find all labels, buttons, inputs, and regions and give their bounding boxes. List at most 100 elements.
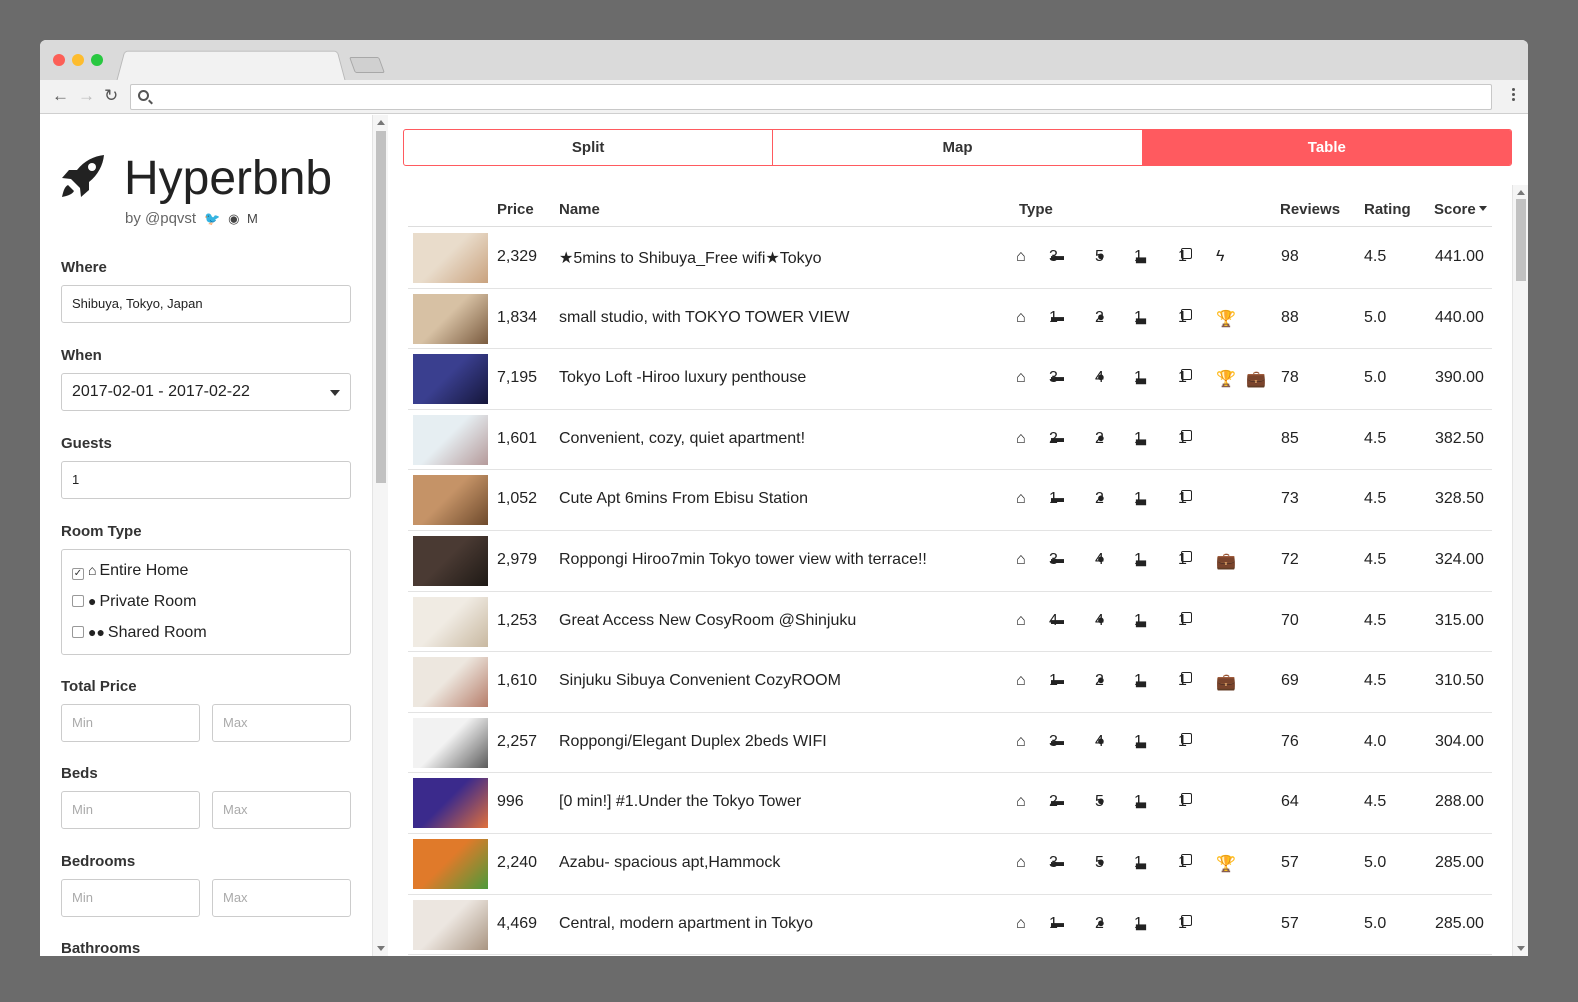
table-row[interactable]: 1,601 Convenient, cozy, quiet apartment! ⌂…	[408, 410, 1492, 471]
name-cell[interactable]: Tokyo Loft -Hiroo luxury penthouse	[559, 369, 806, 387]
sidebar-scroll-thumb[interactable]	[376, 131, 386, 483]
rating-cell: 4.0	[1364, 732, 1387, 750]
bed-icon: ▬	[1051, 611, 1064, 627]
scroll-down-icon[interactable]	[1517, 946, 1525, 951]
square-icon	[1181, 490, 1192, 502]
maximize-window-button[interactable]	[91, 54, 103, 66]
name-cell[interactable]: Roppongi/Elegant Duplex 2beds WIFI	[559, 733, 827, 751]
name-cell[interactable]: Central, modern apartment in Tokyo	[559, 915, 813, 933]
browser-tab[interactable]	[116, 50, 346, 82]
close-window-button[interactable]	[53, 54, 65, 66]
price-max-input[interactable]: Max	[212, 704, 351, 742]
name-cell[interactable]: ★5mins to Shibuya_Free wifi★Tokyo	[559, 248, 822, 268]
price-min-input[interactable]: Min	[61, 704, 200, 742]
scroll-up-icon[interactable]	[377, 120, 385, 125]
header-price[interactable]: Price	[497, 201, 534, 218]
room-option-shared-room[interactable]: ●● Shared Room	[72, 624, 207, 642]
table-row[interactable]: 2,329 ★5mins to Shibuya_Free wifi★Tokyo ⌂ 3…	[408, 228, 1492, 289]
listings-table: Price Name Type Reviews Rating Score 2,3…	[408, 185, 1492, 956]
guests-input[interactable]: 1	[61, 461, 351, 499]
listing-thumbnail[interactable]	[413, 475, 488, 526]
reload-icon[interactable]: ↻	[104, 86, 118, 106]
name-cell[interactable]: Roppongi Hiroo7min Tokyo tower view with…	[559, 551, 927, 569]
tab-table[interactable]: Table	[1142, 130, 1511, 165]
listing-thumbnail[interactable]	[413, 839, 488, 889]
table-row[interactable]: 7,195 Tokyo Loft -Hiroo luxury penthouse ⌂…	[408, 349, 1492, 410]
listing-thumbnail[interactable]	[413, 899, 488, 950]
entire-home-checkbox[interactable]: ✓	[72, 568, 84, 580]
tab-split[interactable]: Split	[404, 130, 774, 165]
sort-desc-icon	[1478, 206, 1487, 211]
name-cell[interactable]: Cute Apt 6mins From Ebisu Station	[559, 490, 808, 508]
table-row[interactable]: 2,240 Azabu- spacious apt,Hammock ⌂ 3 ▬ 5 ● 1 ▃ 1…	[408, 834, 1492, 895]
bed-icon: ▬	[1051, 490, 1064, 506]
score-cell: 310.50	[1435, 672, 1484, 690]
listing-thumbnail[interactable]	[413, 414, 488, 465]
name-cell[interactable]: Convenient, cozy, quiet apartment!	[559, 430, 805, 448]
results-scroll-thumb[interactable]	[1516, 199, 1526, 281]
private-room-checkbox[interactable]	[72, 595, 84, 607]
name-cell[interactable]: small studio, with TOKYO TOWER VIEW	[559, 309, 849, 327]
table-header: Price Name Type Reviews Rating Score	[408, 199, 1492, 227]
where-input[interactable]: Shibuya, Tokyo, Japan	[61, 285, 351, 323]
home-icon: ⌂	[1016, 914, 1026, 932]
bedrooms-min-input[interactable]: Min	[61, 879, 200, 917]
header-name[interactable]: Name	[559, 201, 600, 218]
score-cell: 288.00	[1435, 793, 1484, 811]
listing-thumbnail[interactable]	[413, 717, 488, 768]
new-tab-button[interactable]	[349, 57, 385, 73]
tab-map[interactable]: Map	[773, 130, 1143, 165]
room-option-private-room[interactable]: ● Private Room	[72, 593, 196, 611]
header-reviews[interactable]: Reviews	[1280, 201, 1340, 218]
results-scrollbar[interactable]	[1512, 185, 1528, 956]
beds-label: Beds	[61, 765, 98, 782]
name-cell[interactable]: [0 min!] #1.Under the Tokyo Tower	[559, 793, 801, 811]
bath-icon: ▃	[1136, 793, 1146, 809]
square-icon	[1181, 429, 1192, 441]
scroll-up-icon[interactable]	[1517, 190, 1525, 195]
beds-min-input[interactable]: Min	[61, 791, 200, 829]
forward-arrow-icon[interactable]: →	[78, 86, 95, 106]
minimize-window-button[interactable]	[72, 54, 84, 66]
scroll-down-icon[interactable]	[377, 946, 385, 951]
room-option-entire-home[interactable]: ✓ ⌂ Entire Home	[72, 562, 188, 580]
table-row[interactable]: 1,610 Sinjuku Sibuya Convenient CozyROOM ⌂…	[408, 652, 1492, 713]
header-type[interactable]: Type	[1019, 201, 1053, 218]
room-option-label: Shared Room	[107, 624, 207, 641]
user-icon: ●	[1097, 429, 1105, 445]
listing-thumbnail[interactable]	[413, 778, 488, 829]
name-cell[interactable]: Azabu- spacious apt,Hammock	[559, 854, 780, 872]
name-cell[interactable]: Sinjuku Sibuya Convenient CozyROOM	[559, 672, 841, 690]
date-range-select[interactable]: 2017-02-01 - 2017-02-22	[61, 373, 351, 411]
listing-thumbnail[interactable]	[413, 233, 488, 283]
table-row[interactable]: 1,052 Cute Apt 6mins From Ebisu Station ⌂ 1…	[408, 470, 1492, 531]
address-bar[interactable]	[130, 84, 1492, 110]
table-row[interactable]: 1,834 small studio, with TOKYO TOWER VIEW…	[408, 289, 1492, 350]
listing-thumbnail[interactable]	[413, 536, 488, 586]
listing-thumbnail[interactable]	[413, 293, 488, 344]
listing-thumbnail[interactable]	[413, 354, 488, 405]
square-icon	[1181, 551, 1192, 562]
listing-thumbnail[interactable]	[413, 657, 488, 708]
table-row[interactable]: 4,469 Central, modern apartment in Tokyo ⌂…	[408, 895, 1492, 956]
back-arrow-icon[interactable]: ←	[52, 86, 69, 106]
social-icons[interactable]: 🐦 ◉ M	[204, 211, 260, 227]
header-rating[interactable]: Rating	[1364, 201, 1411, 218]
header-score[interactable]: Score	[1434, 201, 1487, 218]
price-cell: 2,257	[497, 732, 538, 750]
shared-room-checkbox[interactable]	[72, 626, 84, 638]
home-icon: ⌂	[1016, 732, 1026, 750]
score-cell: 441.00	[1435, 248, 1484, 265]
name-cell[interactable]: Great Access New CosyRoom @Shinjuku	[559, 612, 856, 630]
sidebar-scrollbar[interactable]	[372, 115, 388, 956]
beds-max-input[interactable]: Max	[212, 791, 351, 829]
browser-menu-icon[interactable]	[1512, 88, 1516, 103]
bedrooms-max-input[interactable]: Max	[212, 879, 351, 917]
table-row[interactable]: 996 [0 min!] #1.Under the Tokyo Tower ⌂ 2 ▬ 5…	[408, 773, 1492, 834]
listing-thumbnail[interactable]	[413, 596, 488, 647]
view-switcher: Split Map Table	[403, 129, 1512, 166]
table-row[interactable]: 2,257 Roppongi/Elegant Duplex 2beds WIFI ⌂…	[408, 713, 1492, 774]
table-row[interactable]: 1,253 Great Access New CosyRoom @Shinjuku…	[408, 592, 1492, 653]
table-row[interactable]: 2,979 Roppongi Hiroo7min Tokyo tower view…	[408, 531, 1492, 592]
home-icon: ⌂	[1016, 490, 1026, 508]
